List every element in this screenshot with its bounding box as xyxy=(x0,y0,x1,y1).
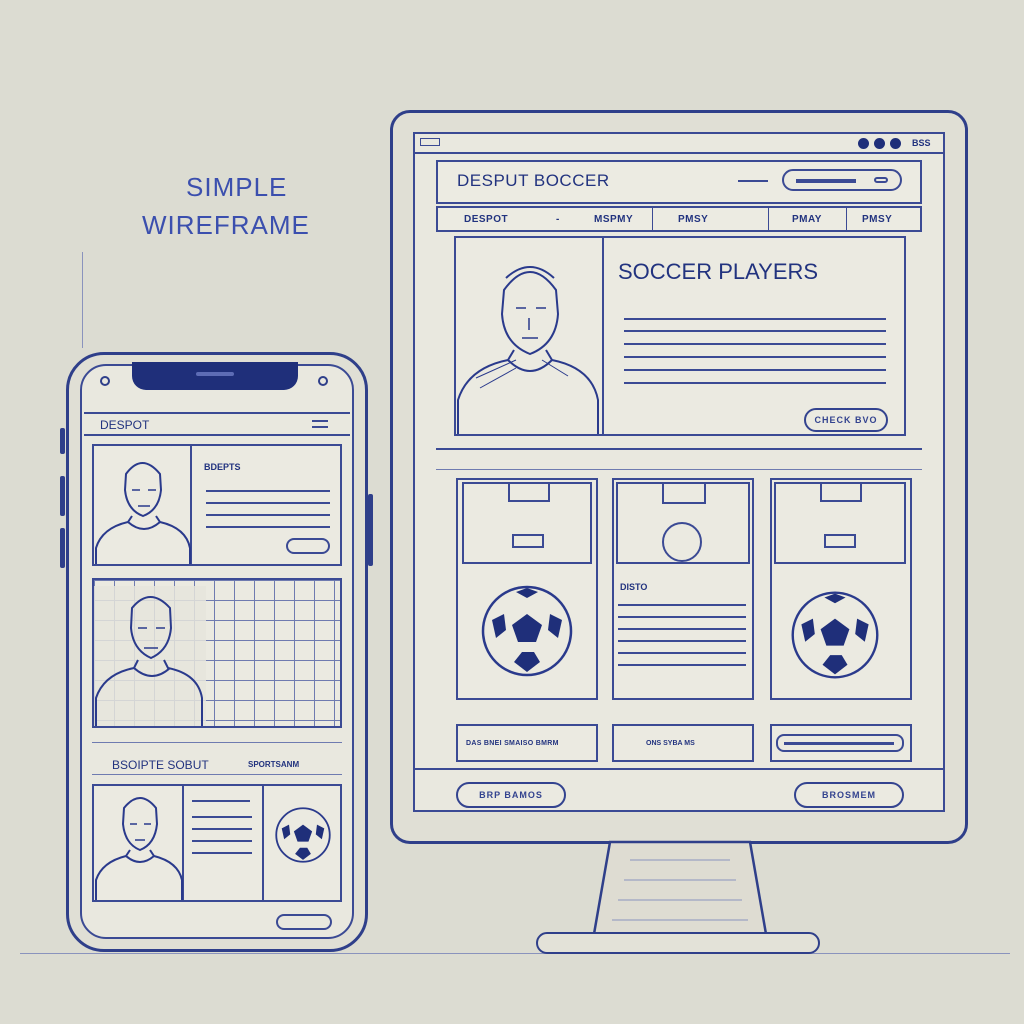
mobile-section-label: BSOIPTE SOBUT xyxy=(112,758,209,772)
mobile-card-button[interactable] xyxy=(286,538,330,554)
feature-text-line xyxy=(618,664,746,666)
site-brand[interactable]: DESPUT BOCCER xyxy=(457,171,610,191)
field-pitch-icon xyxy=(774,482,906,564)
soccer-ball-icon xyxy=(791,591,879,679)
menu-icon[interactable] xyxy=(312,420,328,428)
nav-item[interactable]: PMAY xyxy=(792,214,822,225)
window-dot-icon[interactable] xyxy=(874,138,885,149)
search-icon[interactable] xyxy=(874,177,888,183)
bottom-left-button[interactable]: BRP BAMOS xyxy=(456,782,566,808)
phone-power-button[interactable] xyxy=(368,494,373,566)
camera-icon xyxy=(100,376,110,386)
nav-divider xyxy=(846,208,847,230)
soccer-ball-icon xyxy=(481,585,573,677)
hero-text-line xyxy=(624,343,886,345)
search-input-bar xyxy=(796,179,856,183)
mobile-card-divider xyxy=(262,786,264,900)
mobile-text-line xyxy=(206,502,330,504)
mobile-text-line xyxy=(206,490,330,492)
phone-side-button[interactable] xyxy=(60,476,65,516)
hero-text-line xyxy=(624,356,886,358)
desktop-screen xyxy=(413,132,945,812)
mobile-text-line xyxy=(192,852,252,854)
mobile-card-image xyxy=(94,586,206,726)
section-divider xyxy=(436,448,922,470)
bottom-right-button[interactable]: BROSMEM xyxy=(794,782,904,808)
player-portrait-icon xyxy=(94,586,206,726)
window-dot-icon[interactable] xyxy=(858,138,869,149)
nav-item[interactable]: PMSY xyxy=(862,214,892,225)
feature-text-line xyxy=(618,640,746,642)
player-portrait-icon xyxy=(95,797,183,900)
hero-image xyxy=(456,238,604,434)
floor-line xyxy=(20,953,1010,954)
mobile-divider xyxy=(92,742,342,743)
camera-icon xyxy=(318,376,328,386)
field-pitch-icon xyxy=(462,482,592,564)
hero-text-line xyxy=(624,318,886,320)
mobile-card-image xyxy=(94,446,192,564)
mobile-text-line xyxy=(206,526,330,528)
window-dot-icon[interactable] xyxy=(890,138,901,149)
mobile-section-label-right: SPORTSANM xyxy=(248,760,300,769)
nav-divider xyxy=(652,208,653,230)
mobile-card-image xyxy=(94,786,184,900)
feature-text-line xyxy=(618,652,746,654)
footer-link[interactable]: ONS SYBA MS xyxy=(646,740,695,747)
nav-item[interactable]: DESPOT xyxy=(464,214,508,225)
footer-link[interactable]: DAS BNEI SMAISO BMRM xyxy=(466,740,559,747)
player-portrait-icon xyxy=(95,462,191,564)
browser-tab[interactable] xyxy=(420,138,440,146)
window-dots-label: BSS xyxy=(912,138,931,148)
mobile-bottom-button[interactable] xyxy=(276,914,332,930)
mobile-text-line xyxy=(206,514,330,516)
monitor-stand xyxy=(592,840,768,936)
wireframe-title-line2: WIREFRAME xyxy=(142,210,310,240)
footer-input[interactable] xyxy=(776,734,904,752)
mobile-text-line xyxy=(192,828,252,830)
nav-item[interactable]: PMSY xyxy=(678,214,708,225)
mobile-text-line xyxy=(192,816,252,818)
mobile-text-line xyxy=(192,800,250,802)
mobile-divider xyxy=(92,774,342,775)
feature-text-line xyxy=(618,616,746,618)
dimension-guide xyxy=(82,252,83,348)
header-small-line xyxy=(738,180,768,182)
phone-side-button[interactable] xyxy=(60,528,65,568)
mobile-card-label: BDEPTS xyxy=(204,462,241,472)
nav-separator: - xyxy=(556,214,560,225)
player-portrait-icon xyxy=(457,266,599,434)
hero-text-line xyxy=(624,330,886,332)
nav-divider xyxy=(768,208,769,230)
mobile-brand[interactable]: DESPOT xyxy=(100,418,149,432)
nav-item[interactable]: MSPMY xyxy=(594,214,633,225)
monitor-stand-base xyxy=(536,932,820,954)
feature-label: DISTO xyxy=(620,582,648,592)
field-pitch-icon xyxy=(616,482,750,564)
wireframe-title-line1: SIMPLE xyxy=(186,172,288,202)
mobile-text-line xyxy=(192,840,252,842)
hero-text-line xyxy=(624,369,886,371)
phone-side-button[interactable] xyxy=(60,428,65,454)
feature-text-line xyxy=(618,628,746,630)
phone-notch xyxy=(132,362,298,390)
hero-text-line xyxy=(624,382,886,384)
hero-title: SOCCER PLAYERS xyxy=(618,259,819,284)
hero-cta-button[interactable]: CHECK BVO xyxy=(804,408,888,432)
feature-text-line xyxy=(618,604,746,606)
soccer-ball-icon xyxy=(275,807,331,863)
